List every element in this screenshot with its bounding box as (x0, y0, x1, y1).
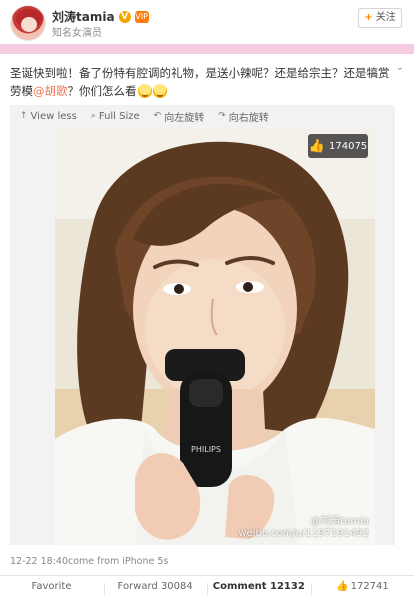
photo-like-overlay[interactable]: 👍 174075 (308, 134, 368, 158)
photo-watermark: @刘涛tamia weibo.com/u/1197191492 (238, 516, 369, 540)
thumb-up-icon: 👍 (336, 581, 349, 592)
avatar-face (21, 17, 37, 32)
user-description: 知名女演员 (52, 28, 102, 39)
media-panel: ↑ View less ⌕ Full Size ↶ 向左旋转 ↷ 向右旋转 PH… (10, 105, 395, 545)
forward-button[interactable]: Forward 30084 (103, 581, 207, 595)
thumb-up-icon: 👍 (308, 138, 325, 154)
rotate-left-button[interactable]: ↶ 向左旋转 (154, 109, 205, 124)
post-text-end: ？你们怎么看 (67, 84, 137, 98)
watermark-url: weibo.com/u/1197191492 (238, 528, 369, 539)
grin-emoji-icon (152, 84, 167, 98)
comment-label: Comment 12132 (212, 581, 305, 592)
follow-button[interactable]: + 关注 (358, 8, 402, 28)
rotate-right-button[interactable]: ↷ 向右旋转 (218, 109, 269, 124)
rotate-left-label: 向左旋转 (164, 112, 205, 124)
like-button[interactable]: 👍 172741 (310, 581, 414, 595)
action-bar: Favorite Forward 30084 Comment 12132 👍 17… (0, 575, 414, 597)
view-less-label: View less (30, 110, 77, 122)
vip-badge-icon: VIP (134, 10, 149, 23)
follow-label: 关注 (375, 12, 396, 23)
rotate-right-label: 向右旋转 (228, 112, 269, 124)
weibo-post-card: 刘涛tamia V VIP 知名女演员 + 关注 ⌄ 圣诞快到啦！备了份特有腔调… (0, 0, 414, 597)
post-meta: 12-22 18:40come from iPhone 5s (10, 556, 168, 567)
watermark-handle: @刘涛tamia (310, 516, 369, 527)
selfie-illustration: PHILIPS (55, 129, 375, 545)
post-text: 圣诞快到啦！备了份特有腔调的礼物，是送小辣呢？还是给宗主？还是犒赏劳模@胡歌？你… (10, 64, 394, 100)
name-row: 刘涛tamia V VIP (52, 8, 149, 25)
verified-badge-icon: V (118, 10, 131, 23)
like-count: 172741 (350, 581, 389, 592)
post-header: 刘涛tamia V VIP 知名女演员 + 关注 (0, 0, 414, 44)
arrow-up-icon: ↑ (20, 111, 28, 121)
view-less-button[interactable]: ↑ View less (20, 111, 77, 122)
post-source[interactable]: come from iPhone 5s (68, 556, 168, 567)
forward-label: Forward 30084 (117, 581, 193, 592)
favorite-button[interactable]: Favorite (0, 581, 103, 592)
rotate-left-icon: ↶ (153, 111, 162, 121)
image-toolbar: ↑ View less ⌕ Full Size ↶ 向左旋转 ↷ 向右旋转 (10, 105, 395, 127)
full-size-label: Full Size (98, 110, 140, 122)
favorite-label: Favorite (31, 581, 72, 592)
magnify-icon: ⌕ (90, 111, 96, 121)
chevron-down-icon[interactable]: ⌄ (396, 62, 404, 73)
mention-link[interactable]: @胡歌 (33, 84, 68, 98)
comment-button[interactable]: Comment 12132 (207, 581, 310, 595)
banner-strip (0, 44, 414, 54)
post-photo[interactable]: PHILIPS 👍 174075 @刘涛tamia weibo.com/u/11… (55, 129, 375, 545)
svg-text:PHILIPS: PHILIPS (191, 445, 221, 454)
plus-icon: + (364, 12, 373, 23)
grin-emoji-icon (137, 84, 152, 98)
rotate-right-icon: ↷ (218, 111, 226, 121)
full-size-button[interactable]: ⌕ Full Size (91, 111, 140, 122)
avatar[interactable] (10, 5, 46, 41)
user-name[interactable]: 刘涛tamia (52, 8, 115, 25)
post-timestamp[interactable]: 12-22 18:40 (10, 556, 68, 567)
photo-like-count: 174075 (329, 140, 368, 152)
